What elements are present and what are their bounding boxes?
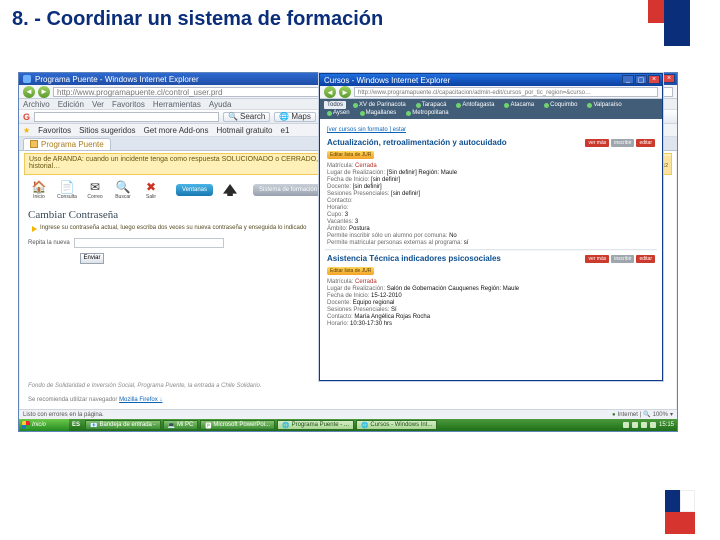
google-maps-button[interactable]: 🌐 Maps — [274, 112, 316, 122]
favorites-label[interactable]: Favoritos — [38, 126, 71, 135]
tray-clock: 15:15 — [659, 422, 674, 428]
google-search-input[interactable] — [34, 112, 219, 122]
tab-programa-puente[interactable]: Programa Puente — [23, 138, 111, 150]
front-window: Cursos - Windows Internet Explorer _ ▢ ×… — [319, 73, 663, 381]
chile-flag-bottom — [665, 512, 695, 534]
divider — [325, 249, 657, 251]
tab-atacama[interactable]: Atacama — [501, 101, 537, 109]
menu-ayuda[interactable]: Ayuda — [209, 100, 232, 109]
status-zone: Internet — [618, 412, 638, 418]
windows-logo-icon — [22, 421, 30, 429]
maximize-button[interactable]: ▢ — [635, 75, 647, 84]
chip-vermas[interactable]: ver más — [585, 139, 609, 147]
fav-sitios[interactable]: Sitios sugeridos — [79, 126, 135, 135]
tab-valparaiso[interactable]: Valparaíso — [584, 101, 624, 109]
nav-forward-icon[interactable]: ► — [339, 86, 351, 98]
home-icon[interactable]: 🏠Inicio — [30, 181, 48, 199]
google-logo-icon: G — [23, 112, 30, 122]
menu-edicion[interactable]: Edición — [58, 100, 84, 109]
pill-sistema-formacion[interactable]: Sistema de formación — [253, 184, 323, 196]
start-button[interactable]: Inicio — [19, 419, 69, 431]
chile-flag-top — [664, 0, 690, 46]
slide-title: 8. - Coordinar un sistema de formación — [12, 8, 383, 31]
mail-icon[interactable]: ✉Correo — [86, 181, 104, 199]
front-body: [ver cursos sin formato ] estar Actualiz… — [321, 124, 661, 374]
tab-coquimbo[interactable]: Coquimbo — [541, 101, 580, 109]
chip-editar[interactable]: editar — [636, 255, 655, 263]
chip-inscribir[interactable]: inscribir — [611, 255, 634, 263]
chip-editar[interactable]: editar — [636, 139, 655, 147]
editar-jur-button[interactable]: Editar lista de JUR — [327, 151, 374, 159]
top-link[interactable]: [ver cursos sin formato ] estar — [327, 127, 406, 133]
back-status-bar: Listo con errores en la página. ● Intern… — [19, 409, 677, 419]
tab-metropolitana[interactable]: Metropolitana — [403, 109, 451, 117]
nav-back-icon[interactable]: ◄ — [23, 86, 35, 98]
ie-icon — [23, 75, 31, 83]
tab-favicon-icon — [30, 140, 38, 148]
region-tab-bar: Todos XV de Parinacota Tarapacá Antofaga… — [320, 99, 662, 119]
pill-ventanas[interactable]: Ventanas — [176, 184, 213, 196]
status-zoom[interactable]: 100% — [653, 412, 668, 418]
system-tray[interactable]: 15:15 — [620, 420, 677, 430]
lang-indicator[interactable]: ES — [72, 422, 80, 428]
minimize-button[interactable]: _ — [622, 75, 634, 84]
editar-jur-button[interactable]: Editar lista de JUR — [327, 267, 374, 275]
close-button[interactable]: × — [648, 75, 660, 84]
course2-title: Asistencia Técnica indicadores psicosoci… — [327, 254, 501, 263]
status-text: Listo con errores en la página. — [23, 412, 104, 418]
task-cursos[interactable]: 🌐 Cursos - Windows Int... — [356, 420, 438, 430]
menu-archivo[interactable]: Archivo — [23, 100, 50, 109]
front-nav-row: ◄ ► http://www.programapuente.cl/capacit… — [320, 86, 662, 99]
task-mipc[interactable]: 💻 Mi PC — [163, 420, 199, 430]
query-icon[interactable]: 📄Consulta — [58, 181, 76, 199]
chip-inscribir[interactable]: inscribir — [611, 139, 634, 147]
repeat-password-label: Repita la nueva — [28, 240, 70, 246]
chip-vermas[interactable]: ver más — [585, 255, 609, 263]
tab-magallanes[interactable]: Magallanes — [357, 109, 400, 117]
menu-favoritos[interactable]: Favoritos — [112, 100, 145, 109]
front-window-title: Cursos - Windows Internet Explorer — [324, 76, 450, 85]
tab-aysen[interactable]: Aysen — [324, 109, 353, 117]
google-search-button[interactable]: 🔍 Search — [223, 112, 270, 122]
fav-e1[interactable]: e1 — [281, 126, 290, 135]
search-icon[interactable]: 🔍Buscar — [114, 181, 132, 199]
fav-hotmail[interactable]: Hotmail gratuito — [216, 126, 272, 135]
menu-ver[interactable]: Ver — [92, 100, 104, 109]
course1-title: Actualización, retroalimentación y autoc… — [327, 138, 507, 147]
browser-recommendation: Se recomienda utilizar navegador Mozilla… — [28, 397, 162, 403]
task-programa-puente[interactable]: 🌐 Programa Puente - ... — [277, 420, 354, 430]
menu-herramientas[interactable]: Herramientas — [153, 100, 201, 109]
close-button[interactable]: × — [663, 74, 675, 83]
favorites-star-icon[interactable]: ★ — [23, 126, 30, 135]
nav-forward-icon[interactable]: ► — [38, 86, 50, 98]
front-titlebar: Cursos - Windows Internet Explorer _ ▢ × — [320, 74, 662, 86]
repeat-password-input[interactable] — [74, 238, 224, 248]
tab-antofagasta[interactable]: Antofagasta — [453, 101, 497, 109]
screenshot-frame: Programa Puente - Windows Internet Explo… — [18, 72, 678, 432]
nav-back-icon[interactable]: ◄ — [324, 86, 336, 98]
task-outlook[interactable]: 📧 Bandeja de entrada - — [85, 420, 161, 430]
triangle-icon — [32, 226, 37, 232]
task-powerpoint[interactable]: 🅿 Microsoft PowerPoi... — [200, 420, 275, 430]
graduation-icon — [223, 184, 237, 196]
back-window-title: Programa Puente - Windows Internet Explo… — [35, 75, 199, 84]
fav-addons[interactable]: Get more Add-ons — [144, 126, 209, 135]
windows-taskbar: Inicio ES 📧 Bandeja de entrada - 💻 Mi PC… — [19, 419, 677, 431]
firefox-link[interactable]: Mozilla Firefox ↓ — [119, 397, 162, 403]
page-footnote: Fondo de Solidaridad e Inversión Social,… — [28, 383, 261, 389]
front-address-bar[interactable]: http://www.programapuente.cl/capacitacio… — [354, 87, 658, 97]
submit-button[interactable]: Enviar — [80, 253, 104, 264]
exit-icon[interactable]: ✖Salir — [142, 181, 160, 199]
